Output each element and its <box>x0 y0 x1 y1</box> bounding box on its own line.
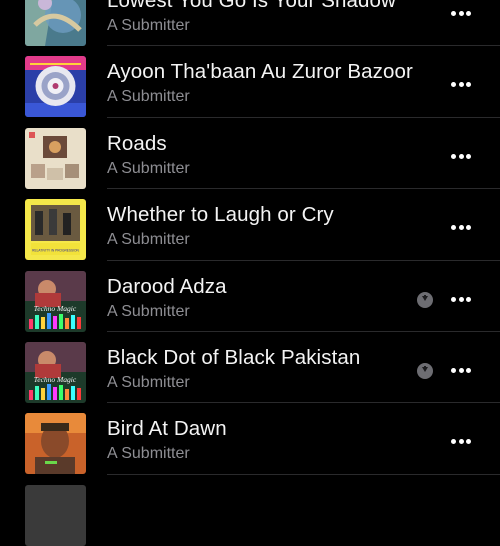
track-list: Lowest You Go Is Your Shadow A Submitter… <box>0 0 500 546</box>
track-artist: A Submitter <box>107 231 190 249</box>
album-art <box>25 0 86 46</box>
album-art: RELATIVITY IN PROGRESSION <box>25 199 86 261</box>
track-row[interactable]: RELATIVITY IN PROGRESSION Whether to Lau… <box>0 189 500 261</box>
more-icon[interactable] <box>446 436 476 448</box>
track-row[interactable]: Lowest You Go Is Your Shadow A Submitter <box>0 0 500 47</box>
more-icon[interactable] <box>446 294 476 306</box>
more-icon[interactable] <box>446 79 476 91</box>
download-status-icon <box>417 291 433 308</box>
relativity-art-icon: RELATIVITY IN PROGRESSION <box>25 199 86 261</box>
track-artist: A Submitter <box>107 88 190 106</box>
album-art <box>25 484 86 546</box>
track-artist: A Submitter <box>107 17 190 34</box>
portrait-art-icon <box>25 413 86 475</box>
more-icon[interactable] <box>446 365 476 377</box>
track-artist: A Submitter <box>107 445 190 463</box>
track-artist: A Submitter <box>107 373 190 391</box>
track-row[interactable]: Ayoon Tha'baan Au Zuror Bazoor A Submitt… <box>0 46 500 118</box>
track-row[interactable]: Techno Magic Black Dot of Black Pakistan… <box>0 332 500 404</box>
more-icon[interactable] <box>446 8 476 20</box>
collage-art-icon <box>25 127 86 189</box>
track-artist: A Submitter <box>107 159 190 177</box>
art-caption: RELATIVITY IN PROGRESSION <box>32 249 79 253</box>
album-art: Techno Magic <box>25 341 86 403</box>
art-caption: Techno Magic <box>34 304 77 313</box>
techno-magic-art-icon: Techno Magic <box>25 341 86 403</box>
album-art <box>25 413 86 475</box>
track-title: Whether to Laugh or Cry <box>107 203 334 227</box>
art-caption: Techno Magic <box>34 375 77 384</box>
track-title: Black Dot of Black Pakistan <box>107 345 361 369</box>
track-artist: A Submitter <box>107 302 190 320</box>
track-row[interactable]: Techno Magic Darood Adza A Submitter <box>0 261 500 332</box>
download-status-icon <box>417 362 433 379</box>
track-title: Darood Adza <box>107 274 227 298</box>
track-title: Bird At Dawn <box>107 417 227 441</box>
track-row[interactable] <box>0 475 500 546</box>
track-title: Roads <box>107 131 167 155</box>
track-title: Lowest You Go Is Your Shadow <box>107 0 396 12</box>
mandala-art-icon <box>25 56 86 118</box>
techno-magic-art-icon: Techno Magic <box>25 270 86 332</box>
album-art <box>25 127 86 189</box>
more-icon[interactable] <box>446 222 476 234</box>
album-art: Techno Magic <box>25 270 86 332</box>
track-row[interactable]: Roads A Submitter <box>0 118 500 190</box>
abstract-art-icon <box>25 0 86 46</box>
more-icon[interactable] <box>446 151 476 163</box>
album-art <box>25 56 86 118</box>
track-title: Ayoon Tha'baan Au Zuror Bazoor <box>107 60 413 84</box>
track-row[interactable]: Bird At Dawn A Submitter <box>0 403 500 475</box>
